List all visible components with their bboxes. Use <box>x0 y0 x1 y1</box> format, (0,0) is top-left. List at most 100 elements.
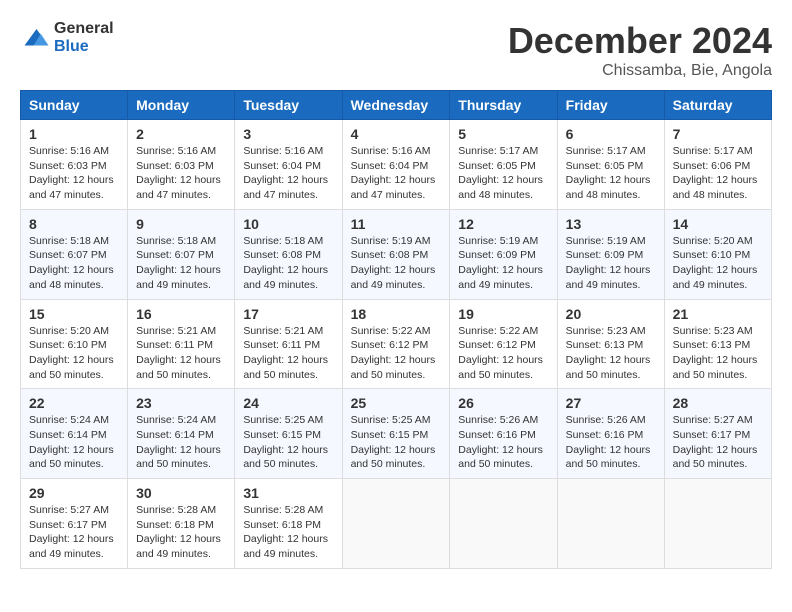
day-number: 11 <box>351 216 442 232</box>
title-area: December 2024 Chissamba, Bie, Angola <box>508 20 772 80</box>
col-tuesday: Tuesday <box>235 91 342 120</box>
day-info: Sunrise: 5:16 AMSunset: 6:03 PMDaylight:… <box>29 144 119 203</box>
table-row: 2 Sunrise: 5:16 AMSunset: 6:03 PMDaylight… <box>128 120 235 210</box>
day-number: 7 <box>673 126 763 142</box>
calendar-week-row: 1 Sunrise: 5:16 AMSunset: 6:03 PMDaylight… <box>21 120 772 210</box>
logo: General Blue <box>20 20 114 55</box>
logo-text: General Blue <box>54 20 114 55</box>
table-row <box>664 479 771 569</box>
day-number: 26 <box>458 395 548 411</box>
day-info: Sunrise: 5:22 AMSunset: 6:12 PMDaylight:… <box>458 324 548 383</box>
table-row: 11 Sunrise: 5:19 AMSunset: 6:08 PMDayligh… <box>342 209 450 299</box>
day-info: Sunrise: 5:17 AMSunset: 6:05 PMDaylight:… <box>458 144 548 203</box>
table-row: 1 Sunrise: 5:16 AMSunset: 6:03 PMDaylight… <box>21 120 128 210</box>
day-number: 8 <box>29 216 119 232</box>
day-info: Sunrise: 5:21 AMSunset: 6:11 PMDaylight:… <box>243 324 333 383</box>
day-number: 27 <box>566 395 656 411</box>
day-info: Sunrise: 5:19 AMSunset: 6:09 PMDaylight:… <box>458 234 548 293</box>
location-title: Chissamba, Bie, Angola <box>508 62 772 80</box>
day-number: 20 <box>566 306 656 322</box>
table-row: 20 Sunrise: 5:23 AMSunset: 6:13 PMDayligh… <box>557 299 664 389</box>
calendar-week-row: 8 Sunrise: 5:18 AMSunset: 6:07 PMDaylight… <box>21 209 772 299</box>
table-row: 23 Sunrise: 5:24 AMSunset: 6:14 PMDayligh… <box>128 389 235 479</box>
day-number: 23 <box>136 395 226 411</box>
table-row: 12Sunrise: 5:19 AMSunset: 6:09 PMDayligh… <box>450 209 557 299</box>
day-info: Sunrise: 5:28 AMSunset: 6:18 PMDaylight:… <box>136 503 226 562</box>
day-number: 31 <box>243 485 333 501</box>
table-row: 14 Sunrise: 5:20 AMSunset: 6:10 PMDayligh… <box>664 209 771 299</box>
day-info: Sunrise: 5:16 AMSunset: 6:04 PMDaylight:… <box>351 144 442 203</box>
day-info: Sunrise: 5:19 AMSunset: 6:08 PMDaylight:… <box>351 234 442 293</box>
day-info: Sunrise: 5:24 AMSunset: 6:14 PMDaylight:… <box>29 413 119 472</box>
table-row: 7 Sunrise: 5:17 AMSunset: 6:06 PMDaylight… <box>664 120 771 210</box>
day-number: 28 <box>673 395 763 411</box>
table-row: 3 Sunrise: 5:16 AMSunset: 6:04 PMDaylight… <box>235 120 342 210</box>
table-row: 30Sunrise: 5:28 AMSunset: 6:18 PMDayligh… <box>128 479 235 569</box>
day-info: Sunrise: 5:20 AMSunset: 6:10 PMDaylight:… <box>673 234 763 293</box>
day-info: Sunrise: 5:25 AMSunset: 6:15 PMDaylight:… <box>351 413 442 472</box>
month-title: December 2024 <box>508 20 772 62</box>
day-info: Sunrise: 5:23 AMSunset: 6:13 PMDaylight:… <box>673 324 763 383</box>
day-number: 14 <box>673 216 763 232</box>
calendar-week-row: 15Sunrise: 5:20 AMSunset: 6:10 PMDayligh… <box>21 299 772 389</box>
table-row: 31 Sunrise: 5:28 AMSunset: 6:18 PMDayligh… <box>235 479 342 569</box>
table-row: 19 Sunrise: 5:22 AMSunset: 6:12 PMDayligh… <box>450 299 557 389</box>
day-info: Sunrise: 5:21 AMSunset: 6:11 PMDaylight:… <box>136 324 226 383</box>
table-row: 29 Sunrise: 5:27 AMSunset: 6:17 PMDayligh… <box>21 479 128 569</box>
table-row: 22 Sunrise: 5:24 AMSunset: 6:14 PMDayligh… <box>21 389 128 479</box>
table-row <box>557 479 664 569</box>
day-info: Sunrise: 5:17 AMSunset: 6:06 PMDaylight:… <box>673 144 763 203</box>
table-row: 15Sunrise: 5:20 AMSunset: 6:10 PMDayligh… <box>21 299 128 389</box>
table-row: 18 Sunrise: 5:22 AMSunset: 6:12 PMDayligh… <box>342 299 450 389</box>
col-friday: Friday <box>557 91 664 120</box>
day-number: 29 <box>29 485 119 501</box>
day-info: Sunrise: 5:27 AMSunset: 6:17 PMDaylight:… <box>29 503 119 562</box>
day-info: Sunrise: 5:23 AMSunset: 6:13 PMDaylight:… <box>566 324 656 383</box>
day-number: 13 <box>566 216 656 232</box>
day-number: 22 <box>29 395 119 411</box>
table-row: 25 Sunrise: 5:25 AMSunset: 6:15 PMDayligh… <box>342 389 450 479</box>
logo-icon <box>20 23 50 53</box>
day-number: 10 <box>243 216 333 232</box>
day-info: Sunrise: 5:18 AMSunset: 6:07 PMDaylight:… <box>29 234 119 293</box>
calendar-week-row: 22 Sunrise: 5:24 AMSunset: 6:14 PMDayligh… <box>21 389 772 479</box>
day-info: Sunrise: 5:16 AMSunset: 6:04 PMDaylight:… <box>243 144 333 203</box>
table-row: 16Sunrise: 5:21 AMSunset: 6:11 PMDayligh… <box>128 299 235 389</box>
day-number: 18 <box>351 306 442 322</box>
day-number: 2 <box>136 126 226 142</box>
col-thursday: Thursday <box>450 91 557 120</box>
table-row: 9Sunrise: 5:18 AMSunset: 6:07 PMDaylight… <box>128 209 235 299</box>
day-info: Sunrise: 5:19 AMSunset: 6:09 PMDaylight:… <box>566 234 656 293</box>
logo-general-label: General <box>54 20 114 38</box>
table-row: 10 Sunrise: 5:18 AMSunset: 6:08 PMDayligh… <box>235 209 342 299</box>
day-number: 25 <box>351 395 442 411</box>
table-row: 26 Sunrise: 5:26 AMSunset: 6:16 PMDayligh… <box>450 389 557 479</box>
day-info: Sunrise: 5:26 AMSunset: 6:16 PMDaylight:… <box>566 413 656 472</box>
day-info: Sunrise: 5:28 AMSunset: 6:18 PMDaylight:… <box>243 503 333 562</box>
day-info: Sunrise: 5:22 AMSunset: 6:12 PMDaylight:… <box>351 324 442 383</box>
day-info: Sunrise: 5:16 AMSunset: 6:03 PMDaylight:… <box>136 144 226 203</box>
day-info: Sunrise: 5:24 AMSunset: 6:14 PMDaylight:… <box>136 413 226 472</box>
col-monday: Monday <box>128 91 235 120</box>
page-header: General Blue December 2024 Chissamba, Bi… <box>20 20 772 80</box>
day-number: 24 <box>243 395 333 411</box>
day-info: Sunrise: 5:26 AMSunset: 6:16 PMDaylight:… <box>458 413 548 472</box>
col-saturday: Saturday <box>664 91 771 120</box>
logo-blue-label: Blue <box>54 38 114 56</box>
day-number: 3 <box>243 126 333 142</box>
table-row: 8 Sunrise: 5:18 AMSunset: 6:07 PMDaylight… <box>21 209 128 299</box>
table-row: 13 Sunrise: 5:19 AMSunset: 6:09 PMDayligh… <box>557 209 664 299</box>
day-number: 5 <box>458 126 548 142</box>
table-row <box>450 479 557 569</box>
day-info: Sunrise: 5:18 AMSunset: 6:08 PMDaylight:… <box>243 234 333 293</box>
day-info: Sunrise: 5:18 AMSunset: 6:07 PMDaylight:… <box>136 234 226 293</box>
day-number: 1 <box>29 126 119 142</box>
calendar-table: Sunday Monday Tuesday Wednesday Thursday… <box>20 90 772 569</box>
col-wednesday: Wednesday <box>342 91 450 120</box>
table-row: 21Sunrise: 5:23 AMSunset: 6:13 PMDayligh… <box>664 299 771 389</box>
day-number: 4 <box>351 126 442 142</box>
day-number: 19 <box>458 306 548 322</box>
day-info: Sunrise: 5:20 AMSunset: 6:10 PMDaylight:… <box>29 324 119 383</box>
day-number: 17 <box>243 306 333 322</box>
table-row: 4 Sunrise: 5:16 AMSunset: 6:04 PMDaylight… <box>342 120 450 210</box>
